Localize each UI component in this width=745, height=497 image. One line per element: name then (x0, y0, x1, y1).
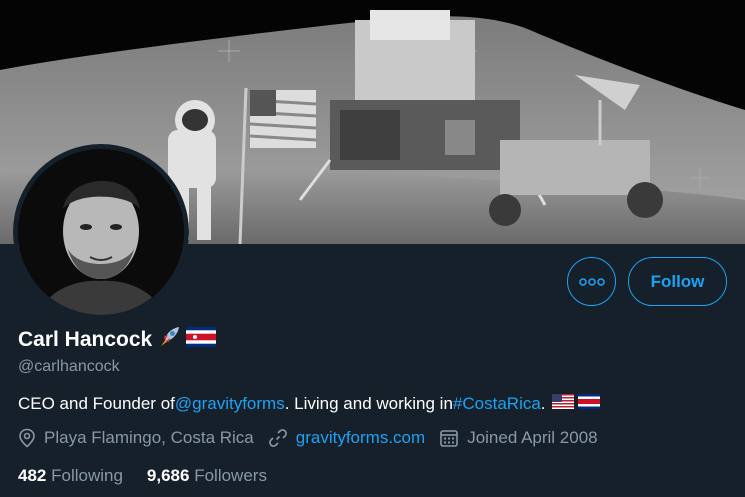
calendar-icon (440, 430, 458, 447)
followers-label: Followers (194, 466, 267, 485)
display-name: Carl Hancock (18, 327, 153, 351)
follow-button[interactable]: Follow (628, 257, 727, 306)
followers-count: 9,686 (146, 466, 190, 485)
followers-link[interactable]: 9,686 Followers (147, 466, 267, 486)
avatar[interactable] (13, 144, 189, 320)
link-icon (268, 429, 287, 447)
more-options-button[interactable] (567, 257, 616, 306)
location-item: Playa Flamingo, Costa Rica (18, 428, 254, 448)
us-flag-icon (551, 394, 574, 414)
bio-text-prefix: CEO and Founder of (18, 394, 175, 413)
location-pin-icon (19, 428, 35, 448)
rocket-emoji-icon (157, 326, 181, 353)
following-label: Following (51, 466, 123, 485)
bio-hashtag-link[interactable]: #CostaRica (453, 394, 541, 414)
website-link[interactable]: gravityforms.com (296, 428, 425, 448)
costa-rica-flag-icon (186, 327, 217, 352)
bio-text-middle: . Living and working in (284, 394, 453, 413)
following-link[interactable]: 482 Following (18, 466, 123, 486)
follow-stats: 482 Following 9,686 Followers (18, 466, 291, 486)
bio-text-suffix: . (540, 394, 546, 413)
bio-mention-link[interactable]: @gravityforms (175, 394, 285, 414)
username-handle: @carlhancock (18, 358, 120, 375)
following-count: 482 (18, 466, 47, 485)
joined-date: Joined April 2008 (467, 428, 598, 447)
more-horizontal-icon (578, 277, 605, 286)
website-item[interactable]: gravityforms.com (268, 428, 425, 448)
costa-rica-flag-small-icon (577, 394, 600, 414)
location-text: Playa Flamingo, Costa Rica (44, 428, 254, 447)
joined-item: Joined April 2008 (439, 428, 598, 448)
profile-meta: Playa Flamingo, Costa Rica gravityforms.… (18, 428, 612, 448)
profile-bio: CEO and Founder of @gravityforms . Livin… (18, 394, 600, 414)
display-name-row: Carl Hancock (18, 326, 217, 353)
avatar-image (18, 149, 184, 315)
